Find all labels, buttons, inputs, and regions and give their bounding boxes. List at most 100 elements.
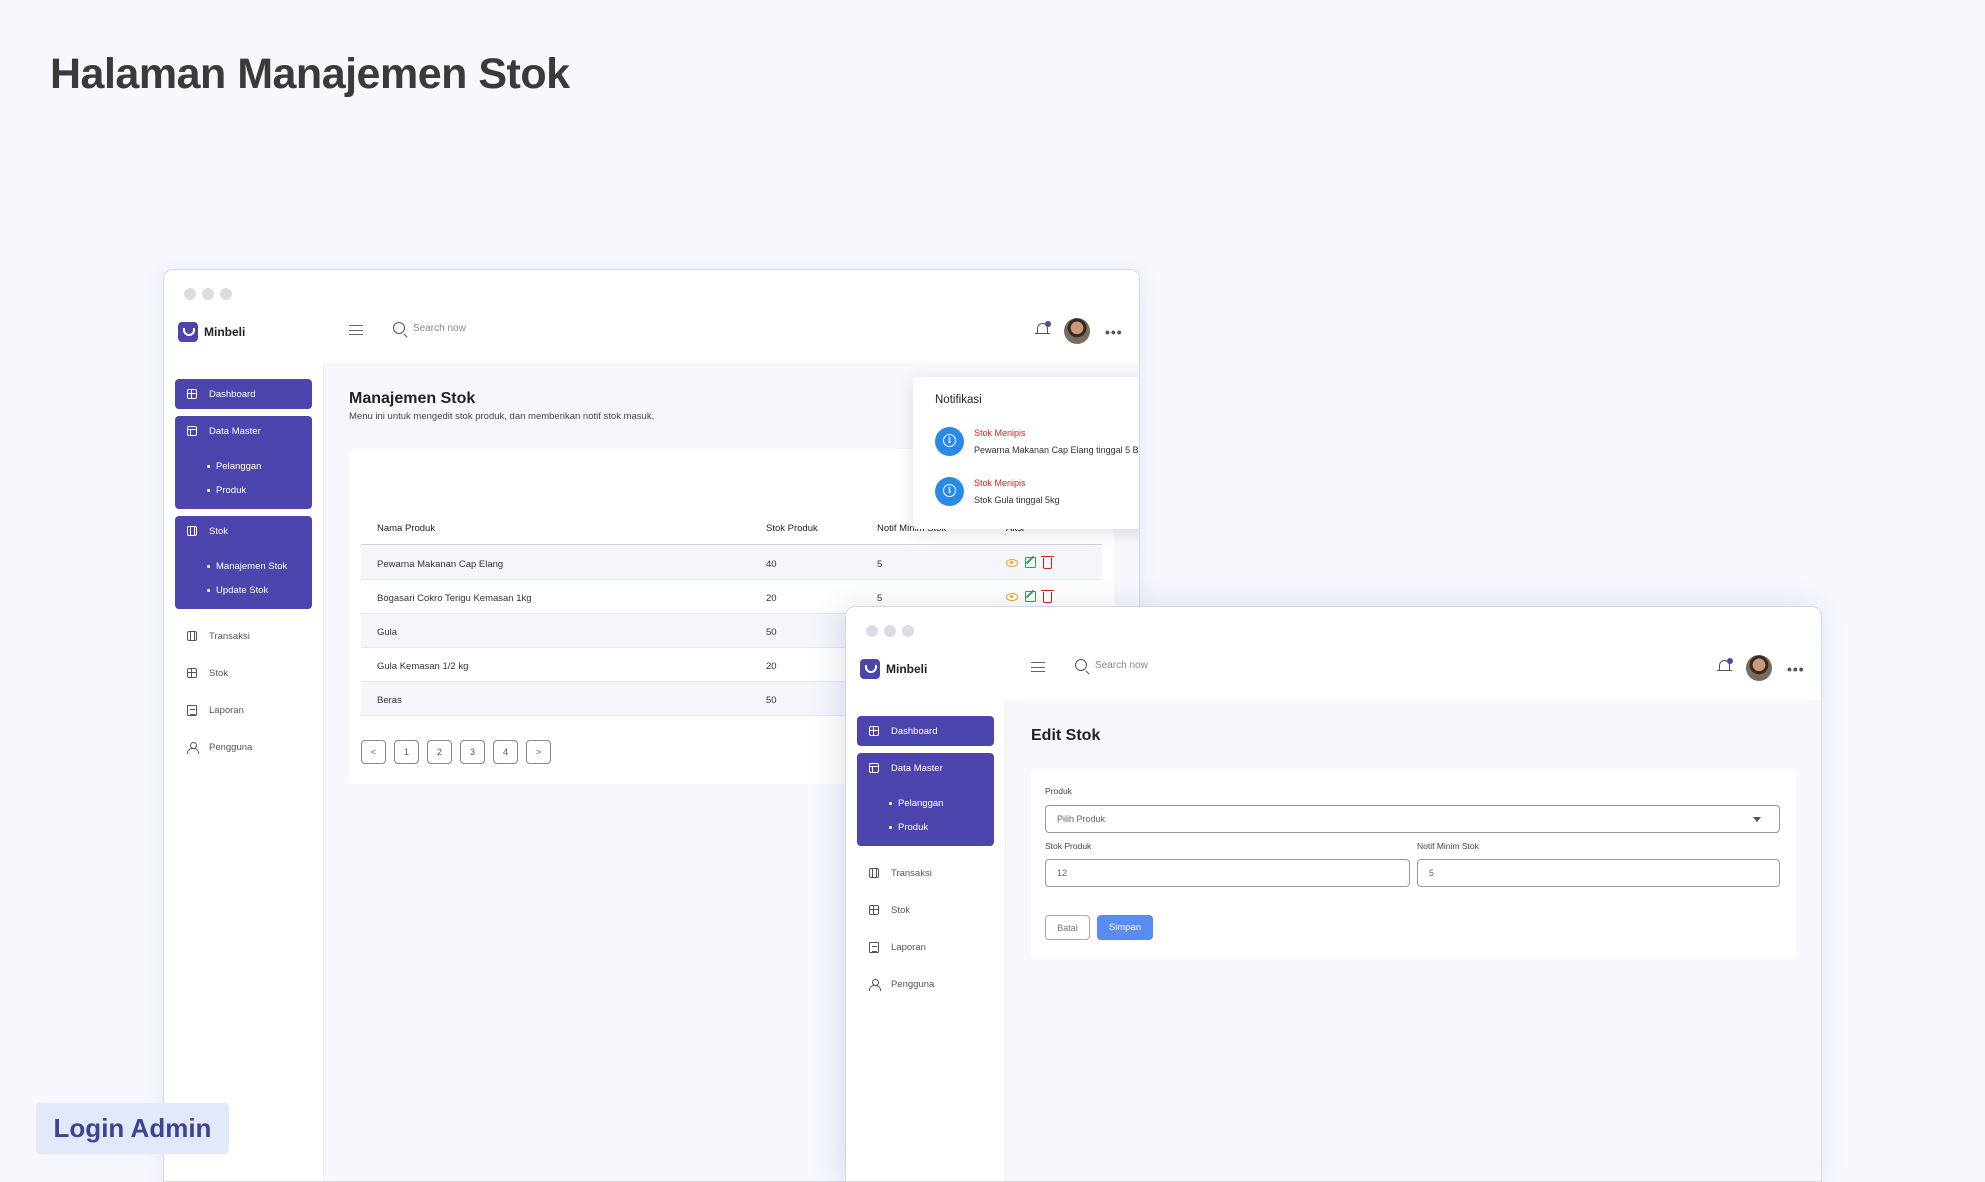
sidebar-group-data-master: Data Master Pelanggan Produk: [857, 753, 994, 846]
sidebar-item-produk[interactable]: Produk: [175, 478, 312, 502]
bell-icon[interactable]: [1035, 321, 1051, 337]
cell-product-name: Pewarna Makanan Cap Elang: [377, 559, 504, 570]
sidebar: Dashboard Data Master Pelanggan Produk T…: [846, 700, 1006, 1181]
sidebar-item-pengguna[interactable]: Pengguna: [175, 732, 312, 762]
sidebar-item-manajemen-stok[interactable]: Manajemen Stok: [175, 554, 312, 578]
sidebar-item-label: Dashboard: [209, 388, 256, 400]
produk-select[interactable]: Pilih Produk: [1045, 805, 1780, 833]
more-icon[interactable]: •••: [1787, 661, 1805, 677]
sidebar-item-stok[interactable]: Stok: [857, 895, 994, 925]
menu-icon[interactable]: [1031, 662, 1045, 672]
bell-icon[interactable]: [1717, 658, 1733, 674]
window-close-dot[interactable]: [866, 625, 878, 637]
menu-icon[interactable]: [349, 325, 363, 335]
sidebar-item-pelanggan[interactable]: Pelanggan: [175, 454, 312, 478]
window-maximize-dot[interactable]: [220, 288, 232, 300]
table-icon: [869, 763, 879, 773]
dashboard-icon: [869, 726, 879, 736]
info-icon: [935, 477, 964, 506]
content-title: Edit Stok: [1031, 727, 1101, 744]
login-admin-badge: Login Admin: [36, 1103, 229, 1154]
search-icon: [1075, 659, 1087, 671]
page-next-button[interactable]: >: [526, 740, 551, 764]
sidebar-item-transaksi[interactable]: Transaksi: [175, 621, 312, 651]
sidebar-item-stok[interactable]: Stok: [175, 658, 312, 688]
sidebar-item-produk[interactable]: Produk: [857, 815, 994, 839]
sidebar-item-label: Stok: [209, 667, 229, 679]
page-1-button[interactable]: 1: [394, 740, 419, 764]
stok-produk-input[interactable]: 12: [1045, 859, 1410, 887]
delete-icon[interactable]: [1041, 556, 1054, 569]
sidebar-item-label: Pengguna: [891, 978, 935, 990]
delete-icon[interactable]: [1041, 590, 1054, 603]
sidebar-item-transaksi[interactable]: Transaksi: [857, 858, 994, 888]
stok-produk-label: Stok Produk: [1045, 841, 1092, 851]
topbar: Minbeli Search now •••: [164, 306, 1139, 363]
edit-icon[interactable]: [1025, 591, 1036, 602]
columns-icon: [869, 868, 879, 878]
sidebar-item-pengguna[interactable]: Pengguna: [857, 969, 994, 999]
stok-produk-value: 12: [1057, 868, 1068, 878]
notif-minim-input[interactable]: 5: [1417, 859, 1780, 887]
notification-item[interactable]: Stok Menipis Pewarna Makanan Cap Elang t…: [935, 427, 1139, 456]
brand-logo[interactable]: Minbeli: [860, 659, 927, 679]
window-minimize-dot[interactable]: [202, 288, 214, 300]
save-button[interactable]: Simpan: [1097, 915, 1153, 940]
cell-stock: 40: [766, 559, 777, 570]
avatar[interactable]: [1746, 655, 1772, 681]
chevron-down-icon: [1753, 817, 1761, 822]
brand-logo[interactable]: Minbeli: [178, 322, 245, 342]
search-input[interactable]: Search now: [1095, 660, 1148, 671]
table-header-divider: [361, 544, 1102, 545]
sidebar-item-label: Dashboard: [891, 725, 938, 737]
window-controls: [866, 625, 914, 637]
page-4-button[interactable]: 4: [493, 740, 518, 764]
edit-stock-window: Minbeli Search now ••• Dashboard Data Ma…: [845, 606, 1822, 1182]
view-icon[interactable]: [1006, 559, 1018, 567]
sidebar-item-laporan[interactable]: Laporan: [857, 932, 994, 962]
brand-name: Minbeli: [886, 662, 928, 676]
sidebar-item-data-master[interactable]: Data Master: [857, 753, 994, 783]
notification-item[interactable]: Stok Menipis Stok Gula tinggal 5kg: [935, 477, 1060, 506]
page-2-button[interactable]: 2: [427, 740, 452, 764]
search-bar[interactable]: Search now: [1075, 659, 1148, 671]
column-header-stok-produk[interactable]: Stok Produk: [766, 523, 818, 534]
page-prev-button[interactable]: <: [361, 740, 386, 764]
notification-body: Stok Gula tinggal 5kg: [974, 495, 1060, 505]
sidebar-item-data-master[interactable]: Data Master: [175, 416, 312, 446]
notif-minim-value: 5: [1429, 868, 1435, 878]
info-icon: [935, 427, 964, 456]
search-input[interactable]: Search now: [413, 323, 466, 334]
produk-select-value: Pilih Produk: [1057, 814, 1106, 824]
document-icon: [869, 941, 879, 953]
edit-icon[interactable]: [1025, 557, 1036, 568]
sidebar-item-update-stok[interactable]: Update Stok: [175, 578, 312, 602]
view-icon[interactable]: [1006, 593, 1018, 601]
sidebar-item-dashboard[interactable]: Dashboard: [175, 379, 312, 409]
more-icon[interactable]: •••: [1105, 324, 1123, 340]
search-bar[interactable]: Search now: [393, 322, 466, 334]
window-maximize-dot[interactable]: [902, 625, 914, 637]
page-3-button[interactable]: 3: [460, 740, 485, 764]
window-controls: [184, 288, 232, 300]
sidebar-item-dashboard[interactable]: Dashboard: [857, 716, 994, 746]
window-minimize-dot[interactable]: [884, 625, 896, 637]
table-row: Pewarna Makanan Cap Elang 40 5: [361, 546, 1102, 580]
cancel-button[interactable]: Batal: [1045, 915, 1090, 940]
user-icon: [187, 742, 199, 754]
sidebar-item-stok-group[interactable]: Stok: [175, 516, 312, 546]
column-header-nama-produk[interactable]: Nama Produk: [377, 523, 435, 534]
sidebar-item-pelanggan[interactable]: Pelanggan: [857, 791, 994, 815]
notification-title: Notifikasi: [935, 394, 982, 406]
avatar[interactable]: [1064, 318, 1090, 344]
row-actions: [1006, 590, 1054, 603]
sidebar-item-laporan[interactable]: Laporan: [175, 695, 312, 725]
content-title: Manajemen Stok: [349, 390, 476, 407]
window-close-dot[interactable]: [184, 288, 196, 300]
sidebar: Dashboard Data Master Pelanggan Produk S…: [164, 363, 324, 1181]
sidebar-group-stok: Stok Manajemen Stok Update Stok: [175, 516, 312, 609]
columns-icon: [187, 526, 197, 536]
document-icon: [187, 704, 197, 716]
edit-stock-form: Produk Pilih Produk Stok Produk 12 Notif…: [1031, 769, 1796, 959]
page-title: Halaman Manajemen Stok: [50, 50, 570, 98]
